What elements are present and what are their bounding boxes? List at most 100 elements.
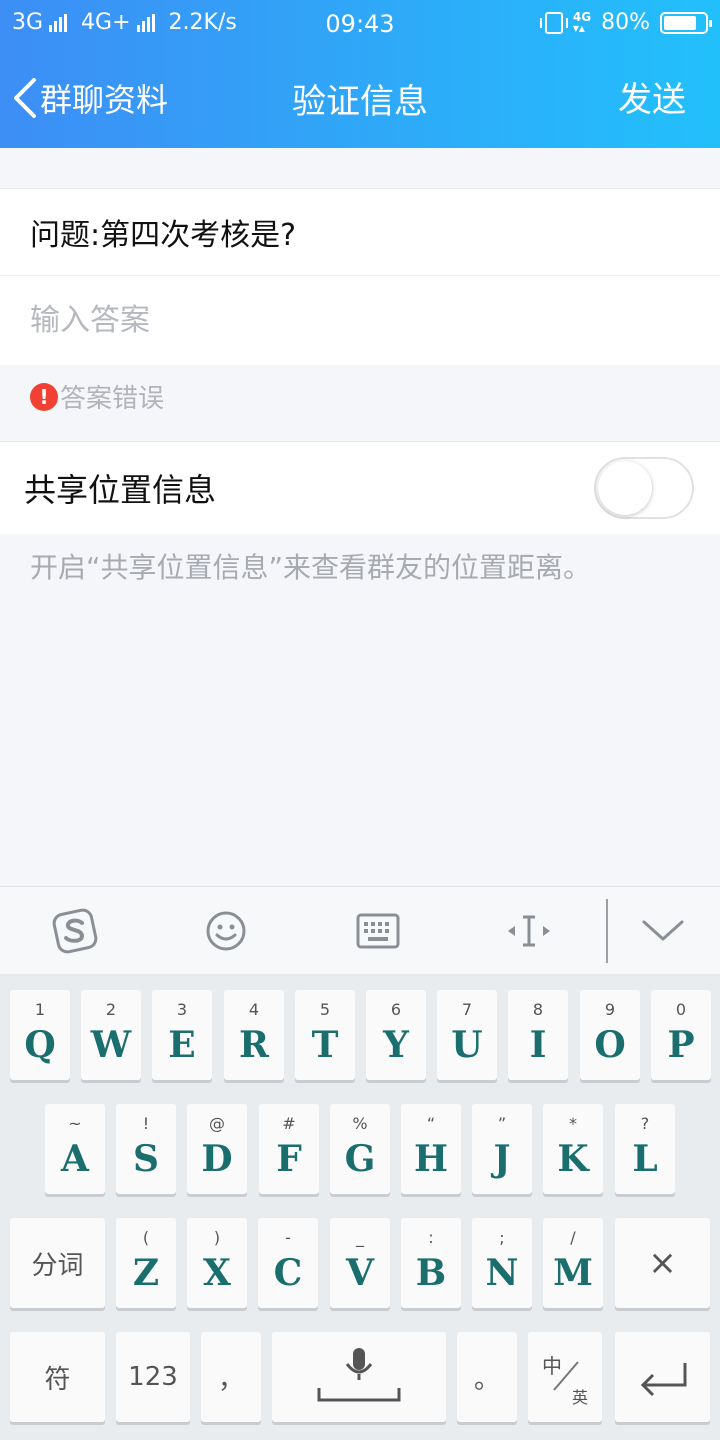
key-hint: * [569, 1114, 577, 1133]
key-k[interactable]: * K [543, 1104, 603, 1194]
navigation-bar: 群聊资料 验证信息 发送 [0, 48, 720, 148]
key-p[interactable]: 0P [651, 990, 711, 1080]
comma-key[interactable]: ， [201, 1332, 261, 1422]
key-hint: 3 [176, 1000, 188, 1019]
key-m[interactable]: / M [543, 1218, 603, 1308]
key-i[interactable]: 8I [508, 990, 568, 1080]
key-f[interactable]: # F [259, 1104, 319, 1194]
key-hint: “ [426, 1114, 436, 1133]
share-location-row: 共享位置信息 [0, 441, 720, 534]
error-icon: ! [30, 382, 58, 411]
key-letter: R [239, 1024, 269, 1066]
page-title: 验证信息 [292, 82, 428, 122]
key-hint: - [285, 1228, 291, 1247]
segment-key-label: 分词 [31, 1250, 84, 1281]
key-hint: 5 [319, 1000, 331, 1019]
share-location-label: 共享位置信息 [24, 471, 217, 509]
key-letter: U [451, 1024, 483, 1066]
space-key[interactable] [272, 1332, 446, 1422]
key-hint: 0 [675, 1000, 687, 1019]
key-letter: Q [24, 1024, 56, 1066]
key-s[interactable]: ! S [116, 1104, 176, 1194]
key-hint: 7 [461, 1000, 473, 1019]
key-letter: S [133, 1138, 159, 1180]
segment-key[interactable]: 分词 [10, 1218, 105, 1308]
key-z[interactable]: (Z [116, 1218, 176, 1308]
key-letter: W [90, 1024, 132, 1066]
key-h[interactable]: “H [401, 1104, 461, 1194]
period-key-label: 。 [473, 1364, 500, 1395]
key-v[interactable]: _ V [330, 1218, 390, 1308]
key-u[interactable]: 7U [437, 990, 497, 1080]
symbol-key[interactable]: 符 [10, 1332, 105, 1422]
lang-bottom-label: 英 [572, 1388, 589, 1407]
error-message: ! 答案错误 [30, 378, 164, 415]
key-letter: G [344, 1138, 376, 1180]
key-hint: ; [499, 1228, 505, 1247]
key-c[interactable]: -C [258, 1218, 318, 1308]
key-letter: H [413, 1138, 448, 1180]
share-location-toggle[interactable] [594, 457, 694, 519]
keyboard-icon[interactable] [348, 901, 408, 961]
key-letter: X [203, 1252, 231, 1294]
key-letter: B [415, 1252, 447, 1294]
sogou-logo-icon[interactable] [45, 901, 105, 961]
key-letter: M [553, 1252, 593, 1294]
key-o[interactable]: 9O [580, 990, 640, 1080]
enter-icon [640, 1363, 687, 1397]
key-letter: E [168, 1024, 196, 1066]
answer-row [0, 276, 720, 365]
period-key[interactable]: 。 [457, 1332, 517, 1422]
key-hint: 1 [34, 1000, 46, 1019]
collapse-icon[interactable] [633, 901, 693, 961]
key-hint: ( [142, 1228, 150, 1247]
delete-icon: × [648, 1243, 677, 1283]
key-e[interactable]: 3E [152, 990, 212, 1080]
key-t[interactable]: 5T [295, 990, 355, 1080]
error-text: 答案错误 [60, 384, 165, 414]
key-b[interactable]: :B [401, 1218, 461, 1308]
key-g[interactable]: % G [330, 1104, 390, 1194]
emoji-icon[interactable] [196, 901, 256, 961]
key-letter: V [346, 1252, 374, 1294]
key-hint: ? [640, 1114, 650, 1133]
symbol-key-label: 符 [44, 1364, 71, 1395]
microphone-icon [317, 1348, 401, 1402]
key-d[interactable]: @ D [187, 1104, 247, 1194]
key-hint: : [428, 1228, 434, 1247]
key-letter: F [276, 1138, 302, 1180]
comma-key-label: ， [217, 1364, 244, 1395]
key-n[interactable]: ; N [472, 1218, 532, 1308]
key-hint: _ [356, 1228, 364, 1247]
key-j[interactable]: ” J [472, 1104, 532, 1194]
key-w[interactable]: 2W [81, 990, 141, 1080]
key-hint: % [352, 1114, 368, 1133]
key-x[interactable]: ) X [187, 1218, 247, 1308]
cursor-icon[interactable] [499, 901, 559, 961]
share-location-hint: 开启“共享位置信息”来查看群友的位置距离。 [30, 551, 592, 584]
key-letter: L [632, 1138, 658, 1180]
status-bar: 3G 4G+ 2.2K/s 09:43 4G ▾▴ 80% [0, 0, 720, 48]
answer-input[interactable] [30, 303, 670, 338]
key-hint: ” [497, 1114, 507, 1133]
delete-key[interactable]: × [615, 1218, 710, 1308]
number-key-label: 123 [128, 1362, 178, 1392]
key-l[interactable]: ? L [615, 1104, 675, 1194]
key-hint: @ [209, 1114, 225, 1133]
key-y[interactable]: 6Y [366, 990, 426, 1080]
key-hint: # [282, 1114, 296, 1133]
key-a[interactable]: ~ A [45, 1104, 105, 1194]
key-letter: O [594, 1024, 626, 1066]
battery-icon [660, 11, 712, 34]
key-q[interactable]: 1Q [10, 990, 70, 1080]
keyboard-toolbar [0, 886, 720, 974]
key-r[interactable]: 4R [224, 990, 284, 1080]
number-key[interactable]: 123 [116, 1332, 190, 1422]
language-switch-key[interactable]: 中 英 [528, 1332, 602, 1422]
send-button[interactable]: 发送 [618, 72, 686, 121]
key-letter: J [493, 1138, 511, 1180]
lte-icon: 4G ▾▴ [572, 9, 592, 35]
keyboard: 分词 × 符 123 ， 。 中 英 1 Q 2 W 3 E 4 R 5 T 6 Y 7 U 8 I 9 O 0 P ~… [0, 974, 720, 1440]
enter-key[interactable] [615, 1332, 710, 1422]
question-label: 问题:第四次考核是? [30, 218, 297, 253]
